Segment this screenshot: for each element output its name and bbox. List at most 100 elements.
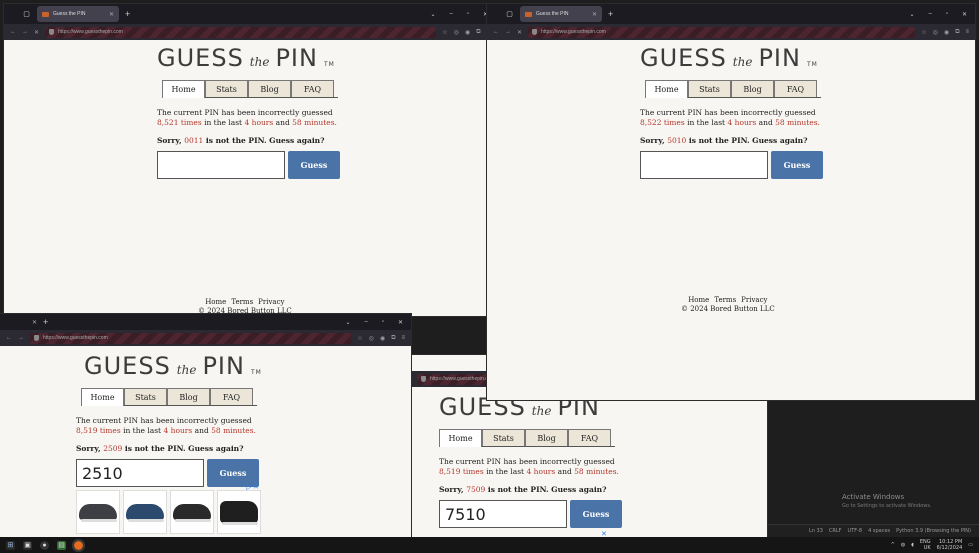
stop-icon[interactable]: ✕ bbox=[34, 29, 39, 36]
new-tab-icon[interactable]: + bbox=[43, 317, 48, 327]
tab-stats[interactable]: Stats bbox=[205, 80, 248, 97]
pin-input[interactable]: 2510 bbox=[76, 459, 204, 487]
extensions-icon[interactable]: ⧉ bbox=[391, 335, 395, 342]
browser-tab[interactable]: Guess the PIN ✕ bbox=[520, 6, 602, 22]
tab-blog[interactable]: Blog bbox=[731, 80, 774, 97]
ad-choices-icon[interactable]: ▷ bbox=[246, 483, 251, 491]
tab-faq[interactable]: FAQ bbox=[291, 80, 334, 97]
network-icon[interactable]: ◍ bbox=[901, 542, 905, 548]
tab-home[interactable]: Home bbox=[81, 388, 124, 406]
back-icon[interactable]: ← bbox=[6, 335, 12, 341]
tab-stats[interactable]: Stats bbox=[482, 429, 525, 446]
ad-product[interactable] bbox=[76, 490, 120, 534]
maximize-icon[interactable]: ▫ bbox=[382, 319, 384, 326]
back-icon[interactable]: ← bbox=[10, 29, 16, 35]
back-icon[interactable]: ← bbox=[493, 29, 499, 35]
browser-tab[interactable]: Guess the PIN ✕ bbox=[37, 6, 119, 22]
github-icon[interactable]: ● bbox=[40, 540, 49, 550]
tab-stats[interactable]: Stats bbox=[124, 388, 167, 405]
site-logo[interactable]: GUESS the PIN TM bbox=[84, 352, 262, 380]
site-logo[interactable]: GUESS the PIN TM bbox=[157, 44, 340, 72]
close-tab-icon[interactable]: ✕ bbox=[592, 11, 597, 18]
close-window-icon[interactable]: ✕ bbox=[398, 319, 403, 326]
tab-list-icon[interactable]: ▢ bbox=[505, 10, 514, 19]
list-tabs-icon[interactable]: ⌄ bbox=[909, 11, 914, 18]
minimize-icon[interactable]: – bbox=[449, 11, 452, 18]
url-bar[interactable]: https://www.guessthepin.com bbox=[45, 26, 437, 38]
status-indent[interactable]: 4 spaces bbox=[868, 528, 890, 534]
tab-blog[interactable]: Blog bbox=[167, 388, 210, 405]
stop-icon[interactable]: ✕ bbox=[517, 29, 522, 36]
status-eol[interactable]: CRLF bbox=[829, 528, 842, 534]
tab-blog[interactable]: Blog bbox=[525, 429, 568, 446]
pocket-icon[interactable]: ◎ bbox=[369, 335, 374, 342]
account-icon[interactable]: ◉ bbox=[944, 29, 949, 36]
tab-home[interactable]: Home bbox=[162, 80, 205, 98]
menu-icon[interactable]: ≡ bbox=[965, 29, 969, 36]
task-view-icon[interactable]: ▣ bbox=[23, 540, 32, 550]
tab-stats[interactable]: Stats bbox=[688, 80, 731, 97]
ad-close-icon[interactable]: ✕ bbox=[253, 483, 259, 491]
volume-icon[interactable]: ◖ bbox=[911, 542, 914, 548]
language-indicator[interactable]: ENG UK bbox=[920, 539, 931, 551]
footer-home-link[interactable]: Home bbox=[688, 296, 709, 305]
account-icon[interactable]: ◉ bbox=[465, 29, 470, 36]
site-logo[interactable]: GUESS the PIN TM bbox=[640, 44, 823, 72]
new-tab-icon[interactable]: + bbox=[125, 9, 130, 19]
list-tabs-icon[interactable]: ⌄ bbox=[430, 11, 435, 18]
bookmark-star-icon[interactable]: ☆ bbox=[921, 29, 926, 36]
footer-terms-link[interactable]: Terms bbox=[714, 296, 736, 305]
forward-icon[interactable]: → bbox=[22, 29, 28, 35]
ad-product[interactable] bbox=[217, 490, 261, 534]
pin-input[interactable] bbox=[157, 151, 285, 179]
status-encoding[interactable]: UTF-8 bbox=[848, 528, 863, 534]
account-icon[interactable]: ◉ bbox=[380, 335, 385, 342]
guess-button[interactable]: Guess bbox=[570, 500, 622, 528]
minimize-icon[interactable]: – bbox=[928, 11, 931, 18]
tab-faq[interactable]: FAQ bbox=[210, 388, 253, 405]
chevron-up-icon[interactable]: ^ bbox=[891, 542, 895, 548]
footer-privacy-link[interactable]: Privacy bbox=[741, 296, 767, 305]
ad-close-icon[interactable]: ✕ bbox=[601, 530, 607, 537]
forward-icon[interactable]: → bbox=[505, 29, 511, 35]
close-window-icon[interactable]: ✕ bbox=[962, 11, 967, 18]
ad-product[interactable] bbox=[123, 490, 167, 534]
tab-faq[interactable]: FAQ bbox=[774, 80, 817, 97]
extensions-icon[interactable]: ⧉ bbox=[476, 29, 480, 36]
notification-icon[interactable]: ▭ bbox=[968, 542, 973, 548]
footer-terms-link[interactable]: Terms bbox=[231, 298, 253, 307]
forward-icon[interactable]: → bbox=[18, 335, 24, 341]
ad-banner[interactable] bbox=[76, 490, 261, 534]
tab-blog[interactable]: Blog bbox=[248, 80, 291, 97]
footer-home-link[interactable]: Home bbox=[205, 298, 226, 307]
pocket-icon[interactable]: ◎ bbox=[454, 29, 459, 36]
close-tab-icon[interactable]: ✕ bbox=[109, 11, 114, 18]
tab-faq[interactable]: FAQ bbox=[568, 429, 611, 446]
ad-product[interactable] bbox=[170, 490, 214, 534]
list-tabs-icon[interactable]: ⌄ bbox=[345, 319, 350, 326]
footer-privacy-link[interactable]: Privacy bbox=[258, 298, 284, 307]
start-icon[interactable]: ⊞ bbox=[6, 540, 15, 550]
tab-home[interactable]: Home bbox=[439, 429, 482, 447]
firefox-icon[interactable] bbox=[72, 538, 85, 552]
bookmark-star-icon[interactable]: ☆ bbox=[357, 335, 362, 342]
tab-home[interactable]: Home bbox=[645, 80, 688, 98]
bookmark-star-icon[interactable]: ☆ bbox=[442, 29, 447, 36]
guess-button[interactable]: Guess bbox=[288, 151, 340, 179]
status-line[interactable]: Ln 33 bbox=[809, 528, 823, 534]
extensions-icon[interactable]: ⧉ bbox=[955, 29, 959, 36]
clock[interactable]: 10:12 PM 6/12/2024 bbox=[937, 539, 963, 551]
new-tab-icon[interactable]: + bbox=[608, 9, 613, 19]
url-bar[interactable]: https://www.guessthepin.com bbox=[30, 332, 352, 344]
pocket-icon[interactable]: ◎ bbox=[933, 29, 938, 36]
close-tab-icon[interactable]: ✕ bbox=[32, 319, 37, 326]
pin-input[interactable]: 7510 bbox=[439, 500, 567, 528]
url-bar[interactable]: https://www.guessthepin.com bbox=[528, 26, 916, 38]
pin-input[interactable] bbox=[640, 151, 768, 179]
guess-button[interactable]: Guess bbox=[771, 151, 823, 179]
terminal-icon[interactable]: ▤ bbox=[57, 540, 66, 550]
status-interpreter[interactable]: Python 3.9 (Browsing the PIN) bbox=[896, 528, 971, 534]
maximize-icon[interactable]: ▫ bbox=[946, 11, 948, 18]
maximize-icon[interactable]: ▫ bbox=[467, 11, 469, 18]
tab-list-icon[interactable]: ▢ bbox=[22, 10, 31, 19]
